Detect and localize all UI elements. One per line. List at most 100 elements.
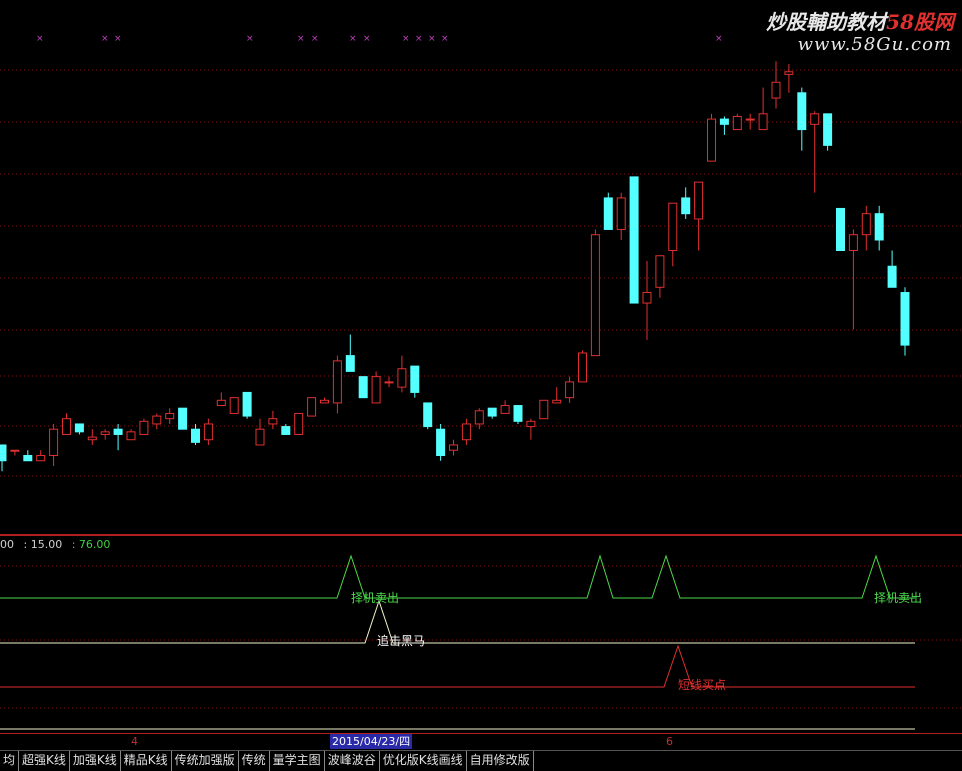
candle-body [62, 418, 71, 435]
candle [681, 187, 691, 219]
tab-premium-k[interactable]: 精品K线 [121, 751, 172, 771]
candle-body [848, 234, 858, 251]
tab-custom[interactable]: 自用修改版 [467, 751, 534, 771]
signal-marker: × [402, 34, 410, 44]
candle [242, 391, 252, 419]
candle-body [616, 197, 626, 230]
candle-body [784, 71, 794, 75]
candle-body [874, 213, 884, 241]
candle-body [36, 454, 46, 462]
candle [203, 418, 213, 445]
candle-body [500, 405, 510, 414]
candle-body [178, 407, 188, 430]
candle [629, 176, 639, 304]
candle [694, 181, 704, 251]
candle [719, 116, 729, 135]
signal-label-dark-horse: 追击黑马 [377, 633, 425, 648]
signal-marker: × [114, 34, 122, 44]
candle [797, 87, 807, 151]
candle-body [152, 415, 162, 425]
candle [126, 429, 136, 441]
candle-body [449, 444, 458, 451]
candlestick-plot: × × × × × × × × × × × × × [0, 34, 962, 477]
watermark-url: www.58Gu.com [797, 34, 952, 55]
candle [513, 405, 523, 424]
indicator-panel[interactable]: 00 : 15.00 : 76.00 择机卖出 择机卖出 追击黑马 短线买点 [0, 535, 962, 734]
candle-body [87, 436, 97, 441]
candle-body [216, 399, 226, 407]
candle [345, 334, 355, 372]
candle-body [681, 197, 691, 215]
candle-body [719, 118, 729, 125]
signal-marker: × [428, 34, 436, 44]
candle [487, 407, 497, 419]
candle-body [139, 420, 149, 435]
indicator-plot: 择机卖出 择机卖出 追击黑马 短线买点 [0, 554, 962, 730]
candle-body [771, 81, 781, 99]
candle [10, 449, 20, 456]
candle-body [436, 428, 446, 456]
tab-enhanced-k[interactable]: 加强K线 [70, 751, 121, 771]
candle-body [100, 431, 110, 435]
candle-body [707, 118, 716, 162]
candle [616, 192, 626, 240]
candle [410, 365, 420, 398]
candle [87, 429, 97, 445]
candle-body [0, 444, 7, 462]
candle-body [358, 376, 368, 399]
tab-volume-main[interactable]: 量学主图 [270, 751, 325, 771]
sell-signal-line [0, 554, 915, 599]
candle [49, 423, 59, 466]
candle [74, 423, 84, 435]
candle-body [23, 454, 33, 462]
signal-marker: × [349, 34, 357, 44]
candle-body [900, 292, 910, 346]
tab-peak-valley[interactable]: 波峰波谷 [325, 751, 380, 771]
candle [384, 376, 394, 388]
tab-junxian[interactable]: 均 [0, 751, 20, 771]
candle-body [565, 381, 575, 399]
candle [178, 407, 188, 430]
time-axis: 4 2015/04/23/四 6 [0, 733, 962, 750]
signal-marker: × [311, 34, 319, 44]
candle-body [758, 113, 768, 131]
candle-body [603, 197, 613, 230]
candle [461, 418, 471, 445]
candle-body [255, 428, 265, 446]
candle-body [410, 365, 420, 393]
candle [152, 413, 162, 430]
signal-marker: × [297, 34, 305, 44]
signal-marker: × [246, 34, 254, 44]
candle [836, 207, 845, 251]
candle-body [281, 426, 291, 435]
candle-body [836, 207, 845, 251]
candle [784, 63, 794, 93]
candle [758, 87, 768, 131]
candle-body [371, 376, 381, 404]
tab-super-k[interactable]: 超强K线 [19, 751, 70, 771]
short-buy-line [0, 644, 915, 688]
candlestick-chart[interactable]: × × × × × × × × × × × × × [0, 0, 962, 535]
tab-traditional[interactable]: 传统 [239, 751, 270, 771]
tab-traditional-enhanced[interactable]: 传统加强版 [172, 751, 239, 771]
candle [565, 376, 575, 403]
candle-body [229, 397, 239, 414]
tab-optimized-k-draw[interactable]: 优化版K线画线 [380, 751, 467, 771]
signal-marker: × [101, 34, 109, 44]
candle [732, 113, 742, 131]
candle [887, 250, 897, 288]
candle-body [294, 412, 304, 435]
candle-body [268, 418, 278, 425]
candle [642, 261, 652, 340]
candle [861, 205, 871, 251]
candle-body [384, 381, 394, 384]
candle-body [745, 118, 755, 121]
candle-body [668, 202, 678, 251]
candle [139, 418, 149, 435]
candle-body [49, 428, 59, 456]
candle-body [694, 181, 704, 220]
candle [526, 418, 536, 440]
candle-body [629, 176, 639, 304]
indicator-tab-bar: 均 超强K线 加强K线 精品K线 传统加强版 传统 量学主图 波峰波谷 优化版K… [0, 750, 962, 771]
candle [539, 399, 549, 420]
